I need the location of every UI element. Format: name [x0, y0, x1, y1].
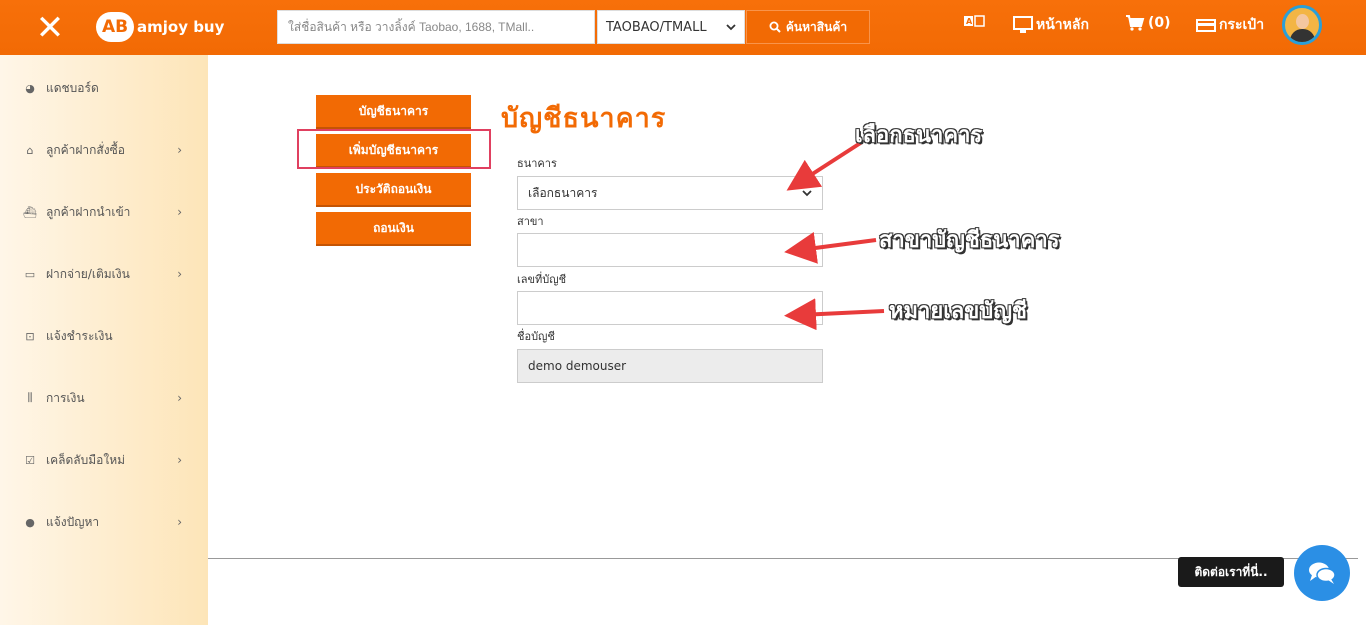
- chat-button[interactable]: [1294, 545, 1350, 601]
- arrow-select-bank: [786, 140, 864, 191]
- chat-icon: [1309, 562, 1336, 584]
- arrow-account-number: [784, 298, 885, 331]
- annotation-select-bank: เลือกธนาคาร: [855, 123, 983, 148]
- annotation-arrows: [784, 140, 885, 331]
- contact-label[interactable]: ติดต่อเราที่นี่..: [1178, 557, 1284, 587]
- arrow-branch: [784, 232, 877, 264]
- annotation-branch: สาขาบัญชีธนาคาร: [879, 228, 1060, 253]
- annotation-account-number: หมายเลขบัญชี: [889, 299, 1027, 324]
